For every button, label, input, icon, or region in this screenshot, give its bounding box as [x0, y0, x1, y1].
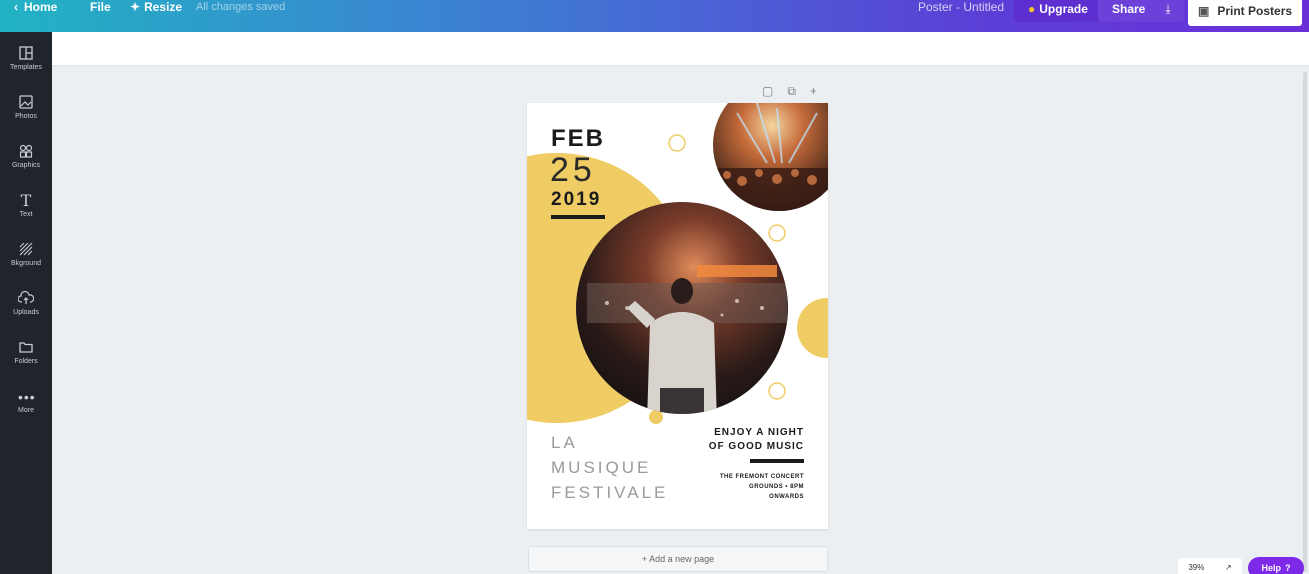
- templates-icon: [18, 46, 34, 62]
- print-posters-button[interactable]: ▣ Print Posters: [1188, 0, 1303, 26]
- folders-icon: [18, 340, 34, 356]
- sidebar-item-graphics[interactable]: Graphics: [0, 136, 52, 184]
- expand-icon[interactable]: ↗: [1225, 563, 1232, 572]
- poster-month[interactable]: FEB: [551, 125, 605, 153]
- context-toolbar: [52, 32, 1309, 66]
- page-tools: ▢ ⧉ +: [762, 84, 832, 100]
- text-icon: T: [20, 191, 32, 210]
- outline-circle: [768, 382, 786, 400]
- print-icon: ▣: [1198, 4, 1210, 18]
- photos-icon: [18, 95, 34, 111]
- sidebar-item-photos[interactable]: Photos: [0, 87, 52, 135]
- sidebar-item-text[interactable]: T Text: [0, 185, 52, 233]
- poster-title-line-2[interactable]: MUSIQUE: [551, 458, 651, 478]
- tagline-underline: [750, 459, 804, 463]
- poster-canvas[interactable]: FEB 25 2019 LA MUSIQUE FESTIVALE ENJOY A…: [527, 103, 828, 529]
- download-button[interactable]: ⤓: [1152, 0, 1184, 22]
- add-page-icon[interactable]: +: [810, 84, 817, 100]
- share-button[interactable]: Share: [1098, 0, 1160, 22]
- left-sidebar: Templates Photos Graphics T Text Bkgroun…: [0, 32, 52, 574]
- year-underline: [551, 215, 605, 219]
- graphics-icon: [18, 144, 34, 160]
- file-menu-button[interactable]: File: [90, 0, 111, 20]
- sidebar-item-background[interactable]: Bkground: [0, 234, 52, 282]
- sidebar-item-folders[interactable]: Folders: [0, 332, 52, 380]
- chevron-left-icon: ‹: [14, 0, 18, 14]
- poster-title-line-1[interactable]: LA: [551, 433, 578, 453]
- note-icon[interactable]: ▢: [762, 84, 773, 100]
- poster-title-line-3[interactable]: FESTIVALE: [551, 483, 668, 503]
- star-icon: ✦: [130, 0, 141, 14]
- yellow-dot: [649, 410, 663, 424]
- poster-day[interactable]: 25: [550, 151, 596, 190]
- download-icon: ⤓: [1165, 1, 1171, 16]
- outline-circle: [668, 134, 686, 152]
- help-button[interactable]: Help ?: [1248, 557, 1304, 574]
- poster-year[interactable]: 2019: [551, 189, 601, 211]
- poster-venue-line-1[interactable]: THE FREMONT CONCERT: [720, 474, 804, 480]
- home-button[interactable]: ‹ Home: [14, 0, 57, 20]
- resize-button[interactable]: ✦ Resize: [130, 0, 182, 20]
- uploads-icon: [17, 290, 35, 307]
- crown-icon: ●: [1028, 2, 1036, 16]
- top-toolbar: ‹ Home File ✦ Resize All changes saved P…: [0, 0, 1309, 32]
- background-icon: [18, 242, 34, 258]
- zoom-level: 39%: [1188, 562, 1205, 572]
- add-new-page-button[interactable]: + Add a new page: [528, 546, 828, 572]
- concert-photo-top: [713, 103, 828, 211]
- poster-tagline-line-2[interactable]: OF GOOD MUSIC: [709, 441, 804, 452]
- duplicate-page-icon[interactable]: ⧉: [787, 84, 796, 100]
- poster-venue-line-3[interactable]: ONWARDS: [769, 494, 804, 500]
- poster-venue-line-2[interactable]: GROUNDS • 8PM: [749, 484, 804, 490]
- more-icon: •••: [18, 389, 36, 405]
- zoom-control[interactable]: 39% ↗: [1178, 558, 1242, 574]
- chevron-down-icon[interactable]: ⌄: [1290, 0, 1300, 22]
- upgrade-button[interactable]: ● Upgrade: [1014, 0, 1102, 22]
- save-status: All changes saved: [196, 1, 286, 13]
- document-title[interactable]: Poster - Untitled: [918, 0, 1004, 20]
- canvas-scrollbar[interactable]: [1303, 72, 1307, 572]
- question-icon: ?: [1285, 563, 1291, 573]
- poster-tagline-line-1[interactable]: ENJOY A NIGHT: [714, 427, 804, 438]
- sidebar-item-uploads[interactable]: Uploads: [0, 283, 52, 331]
- yellow-circle-right: [797, 298, 828, 358]
- outline-circle: [768, 224, 786, 242]
- sidebar-item-templates[interactable]: Templates: [0, 38, 52, 86]
- sidebar-item-more[interactable]: ••• More: [0, 381, 52, 429]
